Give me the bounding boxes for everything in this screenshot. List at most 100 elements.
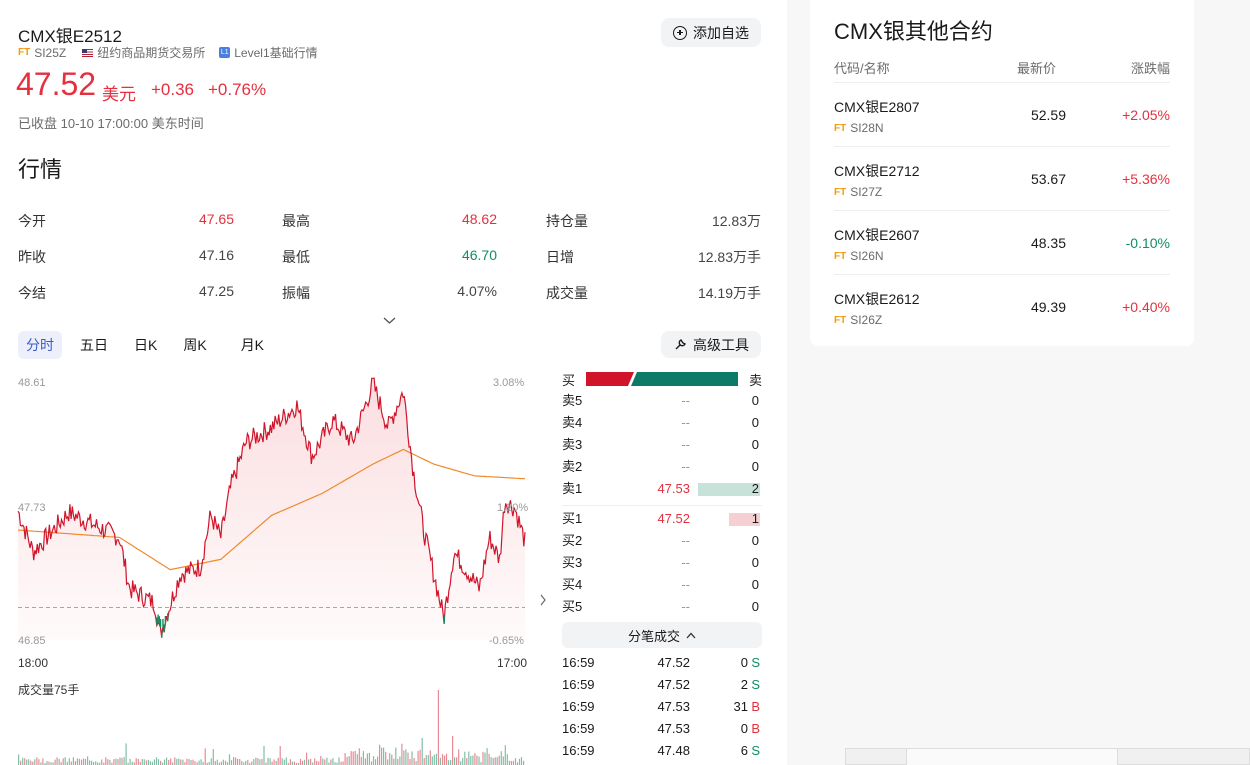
volume-bar — [348, 756, 350, 765]
volume-bar — [429, 750, 431, 765]
volume-bar — [22, 757, 24, 765]
y-axis-bottom: 46.85 — [18, 635, 46, 647]
volume-bar — [235, 757, 237, 765]
quote-panel: CMX银E2512 FT SI25Z 纽约商品期货交易所 L1 Level1基础… — [0, 0, 787, 765]
book-ask-vol: 0 — [751, 459, 759, 474]
add-watchlist-label: 添加自选 — [693, 24, 749, 41]
tab-5day[interactable]: 五日 — [72, 331, 116, 359]
volume-bar — [168, 759, 170, 765]
volume-bar — [198, 760, 200, 765]
pct-axis-top: 3.08% — [493, 377, 525, 389]
tab-monthly[interactable]: 月K — [233, 331, 272, 359]
volume-bar — [370, 761, 373, 765]
volume-bar — [224, 760, 227, 765]
volume-bar — [147, 759, 149, 765]
contract-row[interactable]: CMX银E2607 FT SI26N 48.35 -0.10% — [834, 210, 1170, 274]
tab-daily[interactable]: 日K — [126, 331, 165, 359]
contract-code-text: SI26Z — [850, 313, 883, 327]
volume-bar — [95, 761, 97, 765]
volume-bar — [143, 759, 145, 765]
volume-bar — [397, 758, 399, 765]
tick-price: 47.48 — [657, 743, 690, 758]
stat-value: 4.07% — [457, 283, 497, 299]
tools-icon — [675, 338, 686, 349]
volume-bar — [291, 761, 293, 765]
volume-bar — [494, 757, 496, 765]
pct-axis-bottom: -0.65% — [489, 635, 524, 647]
volume-bar — [101, 759, 103, 765]
tick-vol: 0 — [740, 721, 748, 736]
volume-bar — [64, 757, 66, 765]
book-ask-label: 卖5 — [562, 393, 583, 408]
volume-bar — [170, 758, 172, 765]
intraday-chart[interactable] — [0, 370, 545, 765]
contract-row[interactable]: CMX银E2807 FT SI28N 52.59 +2.05% — [834, 82, 1170, 146]
book-bid-label: 买2 — [562, 533, 583, 548]
volume-bar — [458, 749, 460, 765]
buy-sell-ratio-bar — [586, 372, 738, 386]
volume-bar — [261, 758, 263, 765]
contract-row[interactable]: CMX银E2712 FT SI27Z 53.67 +5.36% — [834, 146, 1170, 210]
book-ask-vol: 0 — [751, 415, 759, 430]
volume-bar — [20, 760, 22, 765]
volume-bar — [419, 749, 421, 765]
volume-bar — [194, 761, 196, 765]
volume-bar — [204, 748, 206, 765]
volume-bar — [42, 758, 44, 765]
volume-bar — [332, 758, 334, 765]
book-ask-price: -- — [681, 415, 690, 430]
market-status: 已收盘 10-10 17:00:00 美东时间 — [18, 116, 204, 131]
tab-intraday[interactable]: 分时 — [18, 331, 62, 359]
volume-bar — [253, 759, 255, 765]
stat-label: 最低 — [282, 249, 310, 265]
volume-bar — [34, 759, 36, 765]
book-ask-price: -- — [681, 459, 690, 474]
book-bid-price: -- — [681, 577, 690, 592]
volume-bar — [24, 758, 26, 765]
volume-bar — [447, 760, 450, 765]
chevron-up-icon — [686, 632, 696, 638]
volume-bar — [247, 759, 249, 765]
chevron-down-icon[interactable] — [383, 316, 396, 325]
ticks-label: 分笔成交 — [627, 628, 680, 644]
volume-bar — [190, 760, 192, 765]
volume-bar — [58, 759, 60, 765]
bottom-scrollbar[interactable] — [845, 748, 1250, 765]
volume-bar — [500, 751, 502, 765]
volume-bar — [423, 758, 425, 765]
book-bid-vol: 0 — [751, 555, 759, 570]
volume-bar — [484, 752, 486, 765]
volume-bar — [178, 758, 180, 765]
volume-bar — [379, 744, 381, 765]
contract-row[interactable]: CMX银E2612 FT SI26Z 49.39 +0.40% — [834, 274, 1170, 338]
volume-bar — [427, 755, 429, 765]
volume-label: 成交量75手 — [18, 683, 80, 697]
volume-bar — [281, 758, 283, 765]
ticks-toggle-button[interactable]: 分笔成交 — [562, 622, 762, 648]
us-flag-icon — [82, 48, 94, 57]
add-watchlist-button[interactable]: 添加自选 — [661, 18, 761, 47]
volume-bar — [508, 760, 510, 765]
volume-bar — [360, 756, 362, 765]
volume-bar — [54, 759, 56, 765]
tick-vol: 0 — [740, 655, 748, 670]
volume-bar — [372, 756, 375, 765]
other-contracts-panel: CMX银其他合约 代码/名称 最新价 涨跌幅 CMX银E2807 FT SI28N 5… — [810, 0, 1194, 346]
below-close-segment — [162, 618, 164, 627]
advanced-tools-button[interactable]: 高级工具 — [661, 331, 761, 358]
volume-bar — [435, 753, 437, 765]
volume-bar — [358, 748, 360, 765]
volume-bar — [259, 759, 261, 765]
volume-bar — [320, 756, 322, 765]
volume-bar — [239, 758, 241, 765]
chevron-right-icon[interactable] — [539, 594, 547, 606]
contract-price: 53.67 — [1030, 171, 1066, 187]
stat-label: 持仓量 — [546, 213, 588, 229]
tick-vol: 2 — [740, 677, 748, 692]
volume-bar — [415, 761, 417, 765]
volume-bar — [462, 758, 464, 765]
volume-bar — [212, 749, 214, 765]
volume-bar — [443, 755, 446, 765]
volume-bar — [301, 760, 304, 765]
tab-weekly[interactable]: 周K — [175, 331, 214, 359]
